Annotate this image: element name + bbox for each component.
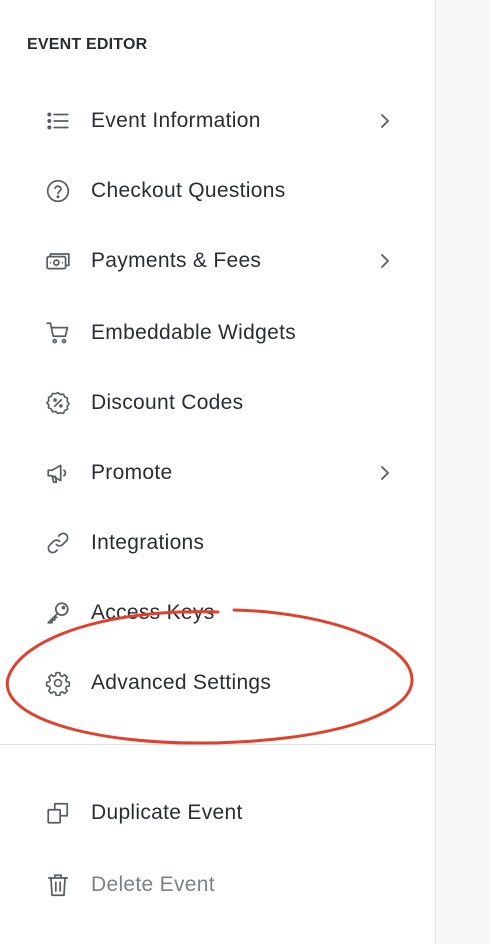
link-icon: [45, 530, 71, 556]
sidebar-item-advanced-settings[interactable]: Advanced Settings: [0, 659, 435, 705]
sidebar-item-label: Checkout Questions: [91, 179, 286, 202]
delete-event-action[interactable]: Delete Event: [0, 861, 435, 907]
chevron-right-icon: [381, 254, 389, 268]
sidebar-item-label: Discount Codes: [91, 391, 244, 414]
cart-icon: [45, 320, 71, 346]
sidebar-item-label: Integrations: [91, 531, 205, 554]
divider: [0, 744, 435, 745]
sidebar-item-payments-fees[interactable]: Payments & Fees: [0, 237, 435, 283]
discount-badge-icon: [45, 390, 71, 416]
sidebar-item-label: Payments & Fees: [91, 249, 262, 272]
sidebar-item-integrations[interactable]: Integrations: [0, 519, 435, 565]
gear-icon: [45, 670, 71, 696]
chevron-right-icon: [381, 114, 389, 128]
sidebar-item-promote[interactable]: Promote: [0, 449, 435, 495]
question-circle-icon: [45, 178, 71, 204]
action-label: Duplicate Event: [91, 801, 243, 824]
sidebar-item-label: Advanced Settings: [91, 671, 272, 694]
event-editor-sidebar: EVENT EDITOR Event Information Checkout …: [0, 0, 436, 944]
sidebar-item-label: Event Information: [91, 109, 261, 132]
sidebar-item-discount-codes[interactable]: Discount Codes: [0, 379, 435, 425]
list-icon: [45, 108, 71, 134]
action-label: Delete Event: [91, 873, 215, 896]
duplicate-icon: [45, 800, 71, 826]
cash-icon: [45, 248, 71, 274]
section-title: EVENT EDITOR: [27, 36, 148, 53]
sidebar-item-event-information[interactable]: Event Information: [0, 97, 435, 143]
sidebar-item-label: Access Keys: [91, 601, 215, 624]
sidebar-item-access-keys[interactable]: Access Keys: [0, 589, 435, 635]
chevron-right-icon: [381, 466, 389, 480]
sidebar-item-label: Promote: [91, 461, 173, 484]
duplicate-event-action[interactable]: Duplicate Event: [0, 789, 435, 835]
sidebar-item-label: Embeddable Widgets: [91, 321, 297, 344]
megaphone-icon: [45, 460, 71, 486]
sidebar-item-embeddable-widgets[interactable]: Embeddable Widgets: [0, 309, 435, 355]
trash-icon: [45, 872, 71, 898]
sidebar-item-checkout-questions[interactable]: Checkout Questions: [0, 167, 435, 213]
key-icon: [45, 600, 71, 626]
